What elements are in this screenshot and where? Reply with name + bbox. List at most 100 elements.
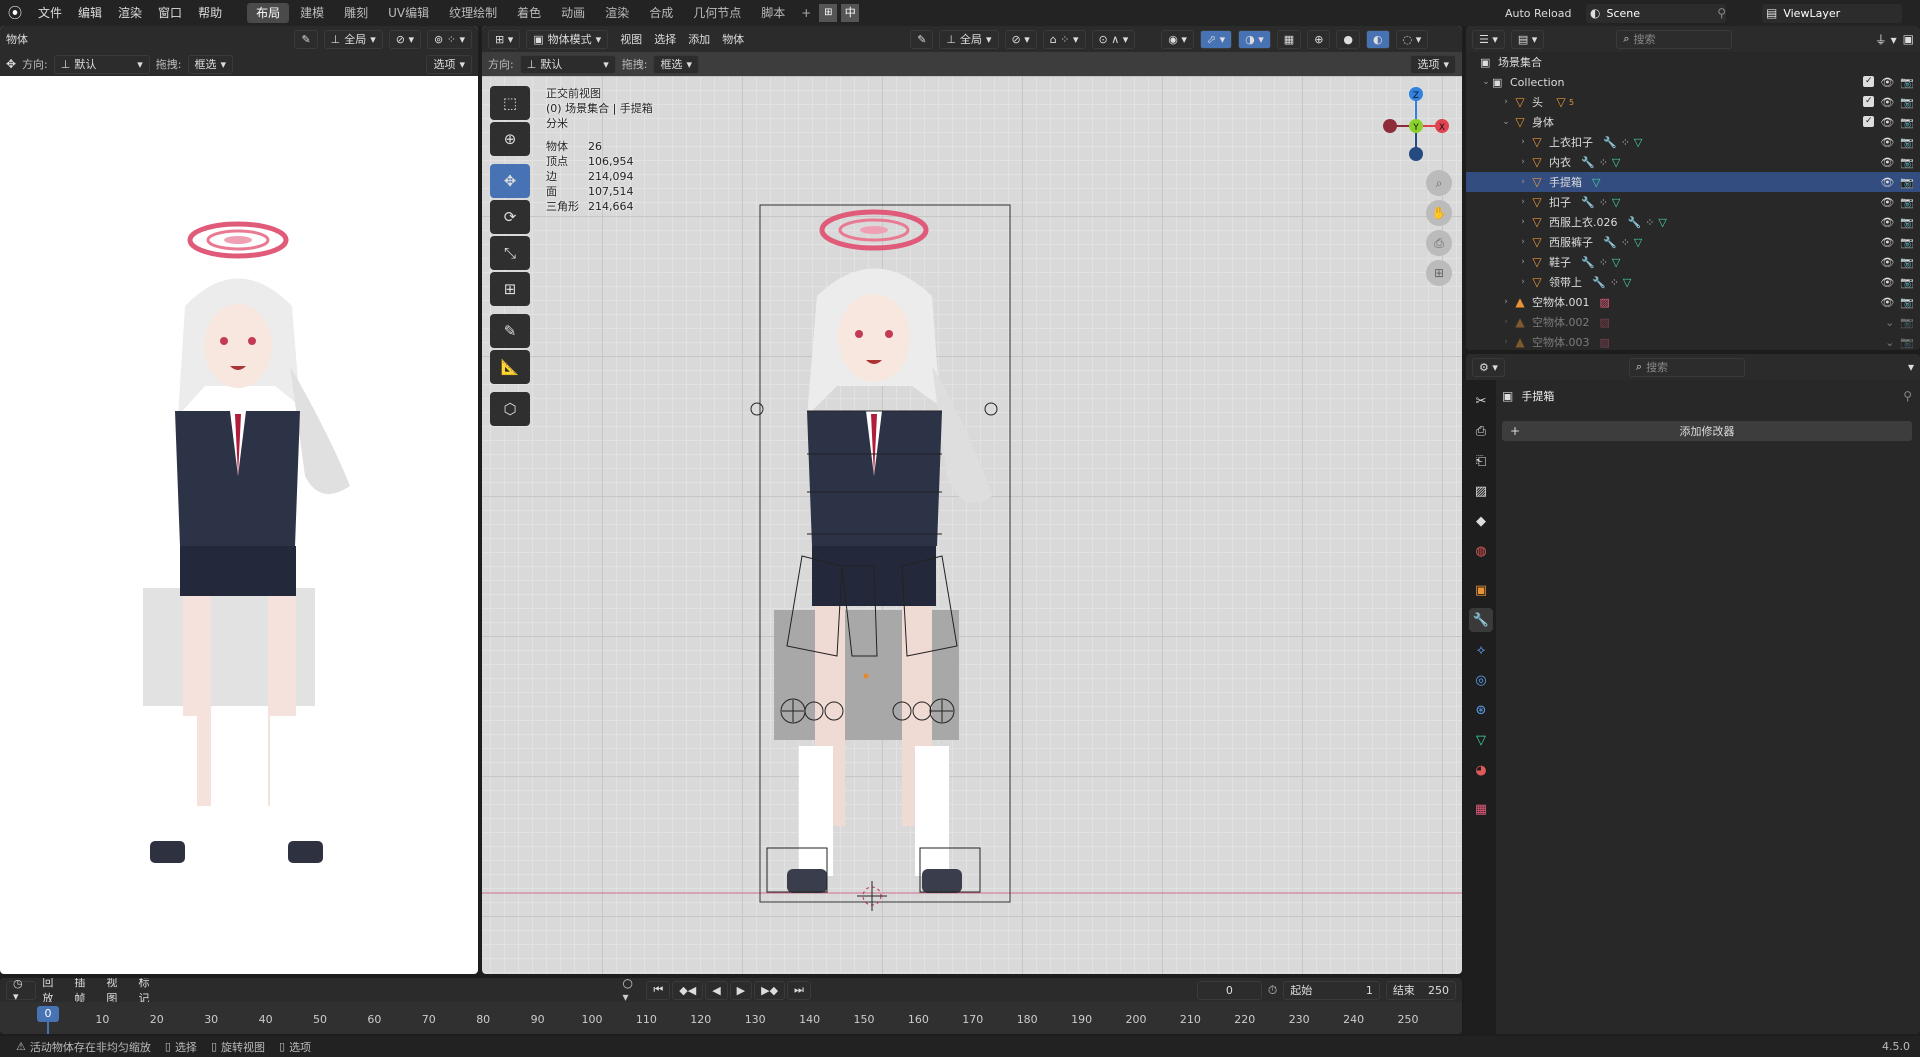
start-frame-field[interactable]: 起始 1	[1283, 980, 1380, 1000]
eye-icon[interactable]: 👁	[1880, 176, 1894, 189]
left-mode-label[interactable]: 物体	[6, 31, 28, 47]
outliner-search[interactable]: ⌕ 搜索	[1616, 29, 1733, 49]
options-icon[interactable]: ▾	[1908, 360, 1914, 374]
eye-icon[interactable]: ⌄	[1885, 316, 1894, 329]
view-layer-selector[interactable]: ▤ ViewLayer	[1762, 3, 1902, 23]
outliner-item[interactable]: › ▽ 鞋子 🔧 ⁘ ▽ 👁 📷	[1466, 252, 1920, 272]
chevron-right-icon[interactable]: ›	[1500, 317, 1512, 327]
editor-type-dropdown[interactable]: ⚙ ▾	[1472, 357, 1505, 377]
exclude-checkbox[interactable]: ✓	[1863, 95, 1875, 107]
menu-0[interactable]: 文件	[30, 0, 70, 26]
eyedropper-icon[interactable]: ✎	[294, 29, 318, 49]
outliner-item[interactable]: › ▽ 西服裤子 🔧 ⁘ ▽ 👁 📷	[1466, 232, 1920, 252]
material-icon[interactable]: ◕	[1469, 758, 1493, 782]
add-modifier-button[interactable]: + 添加修改器	[1502, 421, 1912, 441]
tool-icon[interactable]: ✂	[1469, 389, 1493, 413]
eye-icon[interactable]: 👁	[1880, 236, 1894, 249]
camera-icon[interactable]: 📷	[1900, 156, 1914, 169]
zoom-icon[interactable]: ⌕	[1426, 170, 1452, 196]
outliner-item[interactable]: › ▲ 空物体.001 ▨ 👁 📷	[1466, 292, 1920, 312]
physics-icon[interactable]: ◎	[1469, 668, 1493, 692]
workspace-tab-4[interactable]: 纹理绘制	[440, 3, 506, 23]
chevron-right-icon[interactable]: ›	[1517, 237, 1529, 247]
workspace-tab-9[interactable]: 几何节点	[684, 3, 750, 23]
camera-icon[interactable]: 📷	[1900, 336, 1914, 349]
menu-1[interactable]: 编辑	[70, 0, 110, 26]
eye-icon[interactable]: 👁	[1880, 296, 1894, 309]
camera-icon[interactable]: 📷	[1900, 216, 1914, 229]
modifier-icon[interactable]: 🔧	[1469, 608, 1493, 632]
eye-icon[interactable]: 👁	[1880, 276, 1894, 289]
options-dropdown[interactable]: 选项 ▾	[426, 54, 472, 74]
playhead[interactable]: 0	[37, 1006, 59, 1022]
add-workspace-button[interactable]: +	[795, 6, 817, 20]
workspace-tab-1[interactable]: 建模	[291, 3, 333, 23]
eye-icon[interactable]: 👁	[1880, 76, 1894, 89]
workspace-tab-5[interactable]: 着色	[508, 3, 550, 23]
prev-key-icon[interactable]: ◆◀	[672, 980, 704, 1000]
menu-2[interactable]: 渲染	[110, 0, 150, 26]
outliner-item[interactable]: ⌄ ▽ 身体 ✓ 👁 📷	[1466, 112, 1920, 132]
eye-icon[interactable]: 👁	[1880, 196, 1894, 209]
eye-icon[interactable]: 👁	[1880, 116, 1894, 129]
grid-icon[interactable]: ⊞	[1426, 260, 1452, 286]
eye-icon[interactable]: 👁	[1880, 256, 1894, 269]
workspace-tab-8[interactable]: 合成	[640, 3, 682, 23]
proportional-icon[interactable]: ⊚ ⁘ ▾	[427, 29, 472, 49]
chevron-right-icon[interactable]: ›	[1517, 257, 1529, 267]
object-icon[interactable]: ▣	[1469, 578, 1493, 602]
camera-icon[interactable]: 📷	[1900, 176, 1914, 189]
workspace-tab-10[interactable]: 脚本	[752, 3, 794, 23]
main-viewport[interactable]: ⊞ ▾ ▣ 物体模式 ▾ 视图 选择 添加 物体 ✎ ⊥ 全局 ▾ ⊘ ▾ ⌂ ⁘ ▾…	[482, 26, 1462, 974]
eye-icon[interactable]: 👁	[1880, 216, 1894, 229]
scene-icon[interactable]: ◆	[1469, 509, 1493, 533]
chevron-right-icon[interactable]: ›	[1517, 197, 1529, 207]
camera-icon[interactable]: ⎙	[1426, 230, 1452, 256]
chevron-right-icon[interactable]: ›	[1500, 97, 1512, 107]
camera-icon[interactable]: 📷	[1900, 236, 1914, 249]
chevron-right-icon[interactable]: ›	[1517, 157, 1529, 167]
eye-icon[interactable]: 👁	[1880, 96, 1894, 109]
constraints-icon[interactable]: ⊛	[1469, 698, 1493, 722]
camera-icon[interactable]: 📷	[1900, 76, 1914, 89]
filter-icon[interactable]: ⏚ ▾	[1875, 31, 1897, 48]
end-frame-field[interactable]: 结束 250	[1385, 980, 1457, 1000]
particles-icon[interactable]: ⟡	[1469, 638, 1493, 662]
navigation-gizmo[interactable]: Z X Y	[1376, 86, 1456, 166]
chevron-right-icon[interactable]: ›	[1500, 337, 1512, 347]
editor-type-dropdown[interactable]: ◷ ▾	[6, 978, 37, 1003]
eye-icon[interactable]: ⌄	[1885, 336, 1894, 349]
workspace-tab-3[interactable]: UV编辑	[379, 3, 438, 23]
exclude-checkbox[interactable]: ✓	[1863, 75, 1875, 87]
keying-icon[interactable]: ○ ▾	[623, 978, 641, 1004]
new-collection-icon[interactable]: ▣	[1903, 32, 1914, 46]
camera-icon[interactable]: 📷	[1900, 296, 1914, 309]
chevron-right-icon[interactable]: ›	[1517, 137, 1529, 147]
play-reverse-icon[interactable]: ◀	[705, 980, 728, 1000]
pin-icon[interactable]: ⚲	[1903, 389, 1912, 403]
chevron-right-icon[interactable]: ›	[1517, 277, 1529, 287]
view-layer-icon[interactable]: ▨	[1469, 479, 1493, 503]
menu-4[interactable]: 帮助	[190, 0, 230, 26]
output-icon[interactable]: ⎗	[1469, 449, 1493, 473]
scene-selector[interactable]: ◐ Scene ⚲	[1586, 3, 1726, 23]
current-frame-field[interactable]: 0	[1196, 980, 1262, 1000]
chevron-down-icon[interactable]: ⌄	[1500, 117, 1512, 127]
play-icon[interactable]: ▶	[729, 980, 753, 1000]
outliner-item[interactable]: › ▲ 空物体.002 ▨ ⌄ 📷	[1466, 312, 1920, 332]
outliner-collection[interactable]: ⌄ ▣ Collection ✓ 👁 📷	[1466, 72, 1920, 92]
workspace-tab-2[interactable]: 雕刻	[335, 3, 377, 23]
left-viewport[interactable]: 物体 ✎ ⊥ 全局 ▾ ⊘ ▾ ⊚ ⁘ ▾ ✥ 方向: ⊥ 默认 ▾ 拖拽: 框选…	[0, 26, 478, 974]
texture-icon[interactable]: ▦	[1469, 797, 1493, 821]
outliner-item[interactable]: › ▽ 上衣扣子 🔧 ⁘ ▽ 👁 📷	[1466, 132, 1920, 152]
camera-icon[interactable]: 📷	[1900, 316, 1914, 329]
blender-logo-icon[interactable]: ⦿	[0, 3, 30, 23]
eye-icon[interactable]: 👁	[1880, 156, 1894, 169]
outliner-item[interactable]: › ▽ 西服上衣.026 🔧 ⁘ ▽ 👁 📷	[1466, 212, 1920, 232]
outliner-item[interactable]: › ▽ 扣子 🔧 ⁘ ▽ 👁 📷	[1466, 192, 1920, 212]
transform-global-dropdown[interactable]: ⊥ 全局 ▾	[323, 29, 383, 49]
menu-3[interactable]: 窗口	[150, 0, 190, 26]
outliner-item[interactable]: › ▲ 空物体.003 ▨ ⌄ 📷	[1466, 332, 1920, 350]
jump-end-icon[interactable]: ⏭	[787, 980, 811, 1000]
pin-icon[interactable]: ⚲	[1717, 6, 1726, 20]
